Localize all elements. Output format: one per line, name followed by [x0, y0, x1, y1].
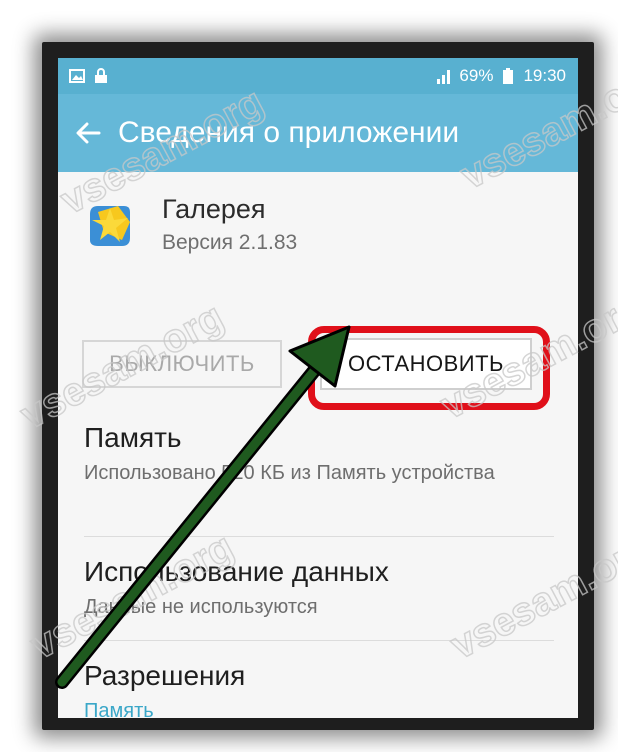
arrow-left-icon[interactable]	[58, 94, 118, 172]
phone-screen: 69% 19:30 Сведения о приложении Галерея	[58, 58, 578, 718]
data-usage-subtitle: Данные не используются	[84, 596, 318, 618]
permissions-section[interactable]: Разрешения Память	[84, 660, 554, 718]
battery-percent: 69%	[459, 66, 494, 85]
app-info-content: Галерея Версия 2.1.83 ВЫКЛЮЧИТЬ ОСТАНОВИ…	[58, 172, 578, 718]
app-name: Галерея	[162, 194, 266, 224]
divider	[84, 640, 554, 641]
status-bar: 69% 19:30	[58, 58, 578, 94]
permissions-title: Разрешения	[84, 660, 246, 691]
data-usage-section[interactable]: Использование данных Данные не использую…	[84, 556, 554, 620]
gallery-app-icon	[90, 206, 130, 246]
storage-section[interactable]: Память Использовано 520 КБ из Память уст…	[84, 422, 554, 486]
lock-notification-icon	[95, 68, 107, 83]
disable-button[interactable]: ВЫКЛЮЧИТЬ	[82, 340, 282, 388]
app-header: Галерея Версия 2.1.83	[84, 194, 297, 255]
battery-icon	[503, 68, 514, 84]
app-bar: Сведения о приложении	[58, 94, 578, 172]
signal-icon	[437, 70, 451, 84]
permissions-subtitle: Память	[84, 700, 154, 718]
highlight-ring	[308, 326, 550, 410]
app-bar-title: Сведения о приложении	[118, 116, 460, 149]
data-usage-title: Использование данных	[84, 556, 389, 587]
storage-title: Память	[84, 422, 182, 453]
app-version: Версия 2.1.83	[162, 231, 298, 254]
clock: 19:30	[523, 66, 566, 85]
divider	[84, 536, 554, 537]
storage-subtitle: Использовано 520 КБ из Память устройства	[84, 462, 495, 484]
gallery-notification-icon	[69, 69, 85, 83]
